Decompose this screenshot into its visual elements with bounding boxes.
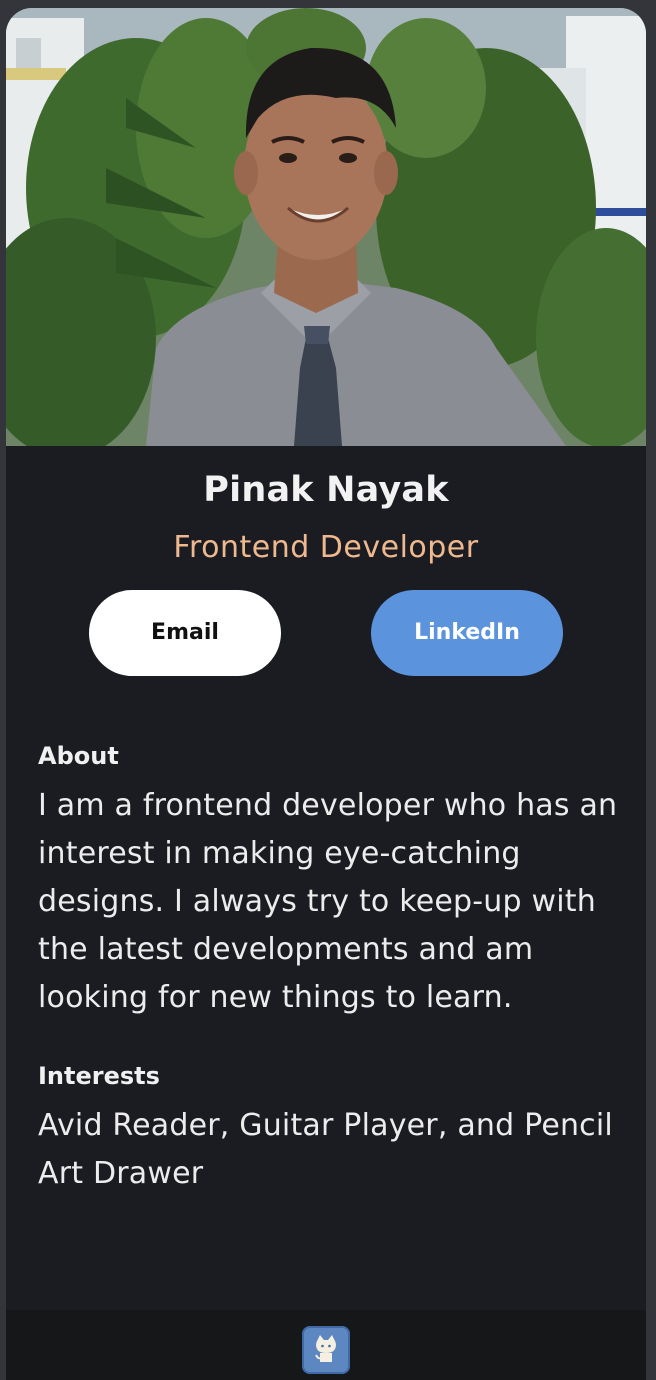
linkedin-button[interactable]: LinkedIn — [371, 590, 563, 676]
profile-name: Pinak Nayak — [203, 470, 449, 510]
profile-card: Pinak Nayak Frontend Developer Email Lin… — [6, 8, 646, 1380]
github-link[interactable] — [302, 1326, 350, 1374]
footer — [6, 1310, 646, 1380]
profile-role: Frontend Developer — [173, 530, 479, 565]
email-button[interactable]: Email — [89, 590, 281, 676]
profile-photo — [6, 8, 646, 446]
about-text: I am a frontend developer who has an int… — [38, 788, 618, 1015]
about-heading: About — [38, 742, 119, 770]
interests-heading: Interests — [38, 1062, 160, 1090]
github-icon — [309, 1331, 343, 1369]
interests-text: Avid Reader, Guitar Player, and Pencil A… — [38, 1108, 613, 1191]
